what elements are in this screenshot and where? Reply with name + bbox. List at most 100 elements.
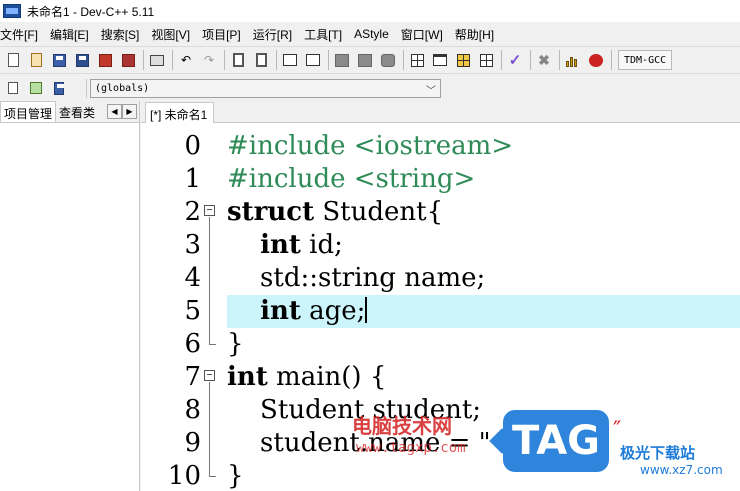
menu-astyle[interactable]: AStyle	[354, 27, 389, 41]
devcpp-app-icon[interactable]	[3, 4, 21, 18]
toolbar-separator	[611, 50, 612, 70]
scope-value: (globals)	[95, 83, 150, 94]
menu-tools[interactable]: 工具[T]	[304, 26, 342, 43]
code-area[interactable]: #include <iostream> #include <string> stru…	[227, 123, 740, 491]
menu-view[interactable]: 视图[V]	[151, 26, 190, 43]
panel-tabs: 项目管理 查看类 ◀ ▶	[0, 101, 139, 123]
fold-guide	[209, 217, 210, 345]
tab-scroll-arrows: ◀ ▶	[107, 104, 137, 119]
fold-end	[209, 476, 216, 477]
tab-classes[interactable]: 查看类	[56, 101, 96, 122]
preprocessor-text: #include <iostream>	[227, 131, 514, 161]
keyword: struct	[227, 197, 315, 227]
window-icon[interactable]	[431, 51, 449, 69]
watermark-quote: ″	[613, 418, 622, 443]
code-line[interactable]: Student student;	[227, 394, 740, 427]
tab-project[interactable]: 项目管理	[0, 101, 57, 122]
main-toolbar: ↶ ↷ ✓ ✖ TDM-GCC	[0, 46, 740, 74]
debug-icon[interactable]	[587, 51, 605, 69]
menu-project[interactable]: 项目[P]	[202, 26, 241, 43]
redo-icon[interactable]: ↷	[200, 51, 218, 69]
compile-icon[interactable]	[379, 51, 397, 69]
code-line[interactable]: int id;	[227, 229, 740, 262]
keyword: int	[260, 230, 301, 260]
scope-dropdown[interactable]: (globals) ﹀	[90, 79, 441, 98]
fold-end	[209, 344, 216, 345]
line-number: 10	[167, 461, 201, 491]
watermark-site-url: www.xz7.com	[640, 463, 723, 477]
code-line[interactable]: #include <iostream>	[227, 130, 740, 163]
menu-edit[interactable]: 编辑[E]	[50, 26, 89, 43]
dev-cpp-window: 未命名1 - Dev-C++ 5.11 文件[F] 编辑[E] 搜索[S] 视图…	[0, 0, 740, 491]
save-all-icon[interactable]	[73, 51, 91, 69]
goto-icon[interactable]	[356, 51, 374, 69]
toolbar-separator	[403, 50, 404, 70]
syntax-check-icon[interactable]: ✓	[506, 51, 524, 69]
line-number: 7	[184, 362, 201, 392]
menu-window[interactable]: 窗口[W]	[401, 26, 443, 43]
save-icon[interactable]	[50, 51, 68, 69]
project-panel: 项目管理 查看类 ◀ ▶	[0, 101, 140, 491]
menu-help[interactable]: 帮助[H]	[455, 26, 494, 43]
fold-collapse-icon[interactable]: −	[204, 205, 215, 216]
toolbar-separator	[276, 50, 277, 70]
code-line[interactable]: int main() {	[227, 361, 740, 394]
toolbar-separator	[559, 50, 560, 70]
chevron-down-icon[interactable]: ﹀	[426, 82, 436, 97]
tag-logo: TAG	[503, 410, 609, 472]
line-number: 3	[184, 230, 201, 260]
grid-icon[interactable]	[408, 51, 426, 69]
tab-untitled1[interactable]: [*] 未命名1	[145, 102, 215, 123]
editor-tab-bar: [*] 未命名1	[141, 101, 740, 123]
undo-icon[interactable]: ↶	[177, 51, 195, 69]
menu-execute[interactable]: 运行[R]	[253, 26, 292, 43]
toolbar-separator	[224, 50, 225, 70]
line-number: 0	[184, 131, 201, 161]
preprocessor-text: #include <string>	[227, 164, 476, 194]
new-file-icon[interactable]	[4, 51, 22, 69]
toolbar-separator	[501, 50, 502, 70]
toggle-icon[interactable]	[50, 79, 68, 97]
menu-search[interactable]: 搜索[S]	[101, 26, 140, 43]
class-toolbar: (globals) ﹀	[0, 76, 740, 100]
chevron-left-icon[interactable]: ◀	[107, 104, 122, 119]
tile-icon[interactable]	[477, 51, 495, 69]
line-number: 2	[184, 197, 201, 227]
keyword: int	[227, 362, 268, 392]
line-number: 6	[184, 329, 201, 359]
line-number: 1	[184, 164, 201, 194]
goto-line-icon[interactable]	[27, 79, 45, 97]
menu-file[interactable]: 文件[F]	[0, 26, 38, 43]
code-line[interactable]: }	[227, 328, 740, 361]
indent-icon[interactable]	[281, 51, 299, 69]
bookmark-icon[interactable]	[333, 51, 351, 69]
fold-collapse-icon[interactable]: −	[204, 370, 215, 381]
chart-icon[interactable]	[564, 51, 582, 69]
replace-icon[interactable]	[252, 51, 270, 69]
fold-guide	[209, 382, 210, 477]
line-number: 4	[184, 263, 201, 293]
watermark-url: www.tagxp.com	[356, 440, 466, 456]
unindent-icon[interactable]	[304, 51, 322, 69]
insert-icon[interactable]	[4, 79, 22, 97]
toolbar-separator	[143, 50, 144, 70]
code-line[interactable]: #include <string>	[227, 163, 740, 196]
code-line[interactable]: struct Student{	[227, 196, 740, 229]
stop-icon[interactable]: ✖	[535, 51, 553, 69]
compiler-select[interactable]: TDM-GCC	[618, 50, 673, 70]
watermark-brand: 电脑技术网	[352, 414, 452, 438]
line-number-gutter: 0 1 2 3 4 5 6 7 8 9 10	[141, 123, 206, 491]
open-file-icon[interactable]	[27, 51, 45, 69]
code-line[interactable]: std::string name;	[227, 262, 740, 295]
close-all-icon[interactable]	[119, 51, 137, 69]
line-number: 5	[184, 296, 201, 326]
title-bar: 未命名1 - Dev-C++ 5.11	[0, 0, 740, 22]
print-icon[interactable]	[148, 51, 166, 69]
toolbar-separator	[530, 50, 531, 70]
layout-icon[interactable]	[454, 51, 472, 69]
watermark-site: 极光下载站	[620, 444, 696, 462]
close-icon[interactable]	[96, 51, 114, 69]
find-icon[interactable]	[229, 51, 247, 69]
chevron-right-icon[interactable]: ▶	[122, 104, 137, 119]
code-line-active[interactable]: int age;	[227, 295, 740, 328]
